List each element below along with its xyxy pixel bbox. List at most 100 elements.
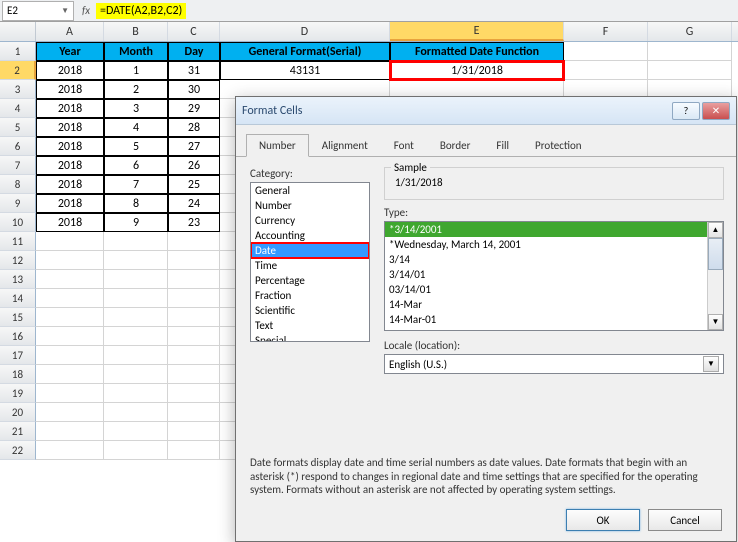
col-header-A[interactable]: A xyxy=(36,22,104,41)
cell[interactable] xyxy=(36,270,104,289)
name-box[interactable]: E2 ▼ xyxy=(2,1,74,21)
cell[interactable] xyxy=(104,403,168,422)
category-item[interactable]: Date xyxy=(251,243,369,258)
category-item[interactable]: Number xyxy=(251,198,369,213)
tab-fill[interactable]: Fill xyxy=(483,134,522,157)
cell[interactable] xyxy=(564,61,648,80)
cell[interactable]: 28 xyxy=(168,118,220,137)
cell[interactable] xyxy=(36,308,104,327)
col-header-E[interactable]: E xyxy=(390,22,564,41)
cell[interactable] xyxy=(168,403,220,422)
cell[interactable]: 2018 xyxy=(36,118,104,137)
cell[interactable] xyxy=(36,346,104,365)
cell[interactable] xyxy=(168,251,220,270)
cell[interactable]: 43131 xyxy=(220,61,390,80)
category-item[interactable]: Text xyxy=(251,318,369,333)
cell[interactable] xyxy=(36,384,104,403)
cell[interactable] xyxy=(36,232,104,251)
cell[interactable] xyxy=(564,42,648,61)
type-item[interactable]: *Wednesday, March 14, 2001 xyxy=(385,237,723,252)
scroll-up-icon[interactable]: ▲ xyxy=(708,222,723,238)
category-item[interactable]: Time xyxy=(251,258,369,273)
cell[interactable]: 23 xyxy=(168,213,220,232)
row-header-15[interactable]: 15 xyxy=(0,308,36,327)
help-button[interactable]: ? xyxy=(672,102,700,120)
cell[interactable] xyxy=(168,346,220,365)
row-header-20[interactable]: 20 xyxy=(0,403,36,422)
row-header-21[interactable]: 21 xyxy=(0,422,36,441)
cell[interactable]: 29 xyxy=(168,99,220,118)
row-header-1[interactable]: 1 xyxy=(0,42,36,61)
col-header-F[interactable]: F xyxy=(564,22,648,41)
row-header-6[interactable]: 6 xyxy=(0,137,36,156)
cell[interactable]: Year xyxy=(36,42,104,61)
row-header-11[interactable]: 11 xyxy=(0,232,36,251)
cell[interactable]: Formatted Date Function xyxy=(390,42,564,61)
category-item[interactable]: Percentage xyxy=(251,273,369,288)
cell[interactable] xyxy=(168,441,220,460)
type-item[interactable]: 14-Mar xyxy=(385,297,723,312)
category-listbox[interactable]: GeneralNumberCurrencyAccountingDateTimeP… xyxy=(250,182,370,342)
type-item[interactable]: *3/14/2001 xyxy=(385,222,723,237)
row-header-8[interactable]: 8 xyxy=(0,175,36,194)
cell[interactable]: 2018 xyxy=(36,175,104,194)
cell[interactable] xyxy=(104,232,168,251)
cell[interactable]: 25 xyxy=(168,175,220,194)
cell[interactable] xyxy=(168,270,220,289)
tab-number[interactable]: Number xyxy=(246,134,309,157)
cell[interactable] xyxy=(36,289,104,308)
row-header-17[interactable]: 17 xyxy=(0,346,36,365)
cell[interactable]: 2018 xyxy=(36,61,104,80)
cell[interactable]: 2018 xyxy=(36,194,104,213)
col-header-C[interactable]: C xyxy=(168,22,220,41)
row-header-5[interactable]: 5 xyxy=(0,118,36,137)
type-item[interactable]: 14-Mar-01 xyxy=(385,312,723,327)
row-header-3[interactable]: 3 xyxy=(0,80,36,99)
category-item[interactable]: Currency xyxy=(251,213,369,228)
col-header-D[interactable]: D xyxy=(220,22,390,41)
cell[interactable] xyxy=(104,346,168,365)
cell[interactable]: 24 xyxy=(168,194,220,213)
category-item[interactable]: Accounting xyxy=(251,228,369,243)
row-header-10[interactable]: 10 xyxy=(0,213,36,232)
row-header-16[interactable]: 16 xyxy=(0,327,36,346)
cell[interactable]: 30 xyxy=(168,80,220,99)
tab-border[interactable]: Border xyxy=(427,134,484,157)
cell[interactable] xyxy=(104,422,168,441)
category-item[interactable]: Fraction xyxy=(251,288,369,303)
cell[interactable] xyxy=(36,327,104,346)
cell[interactable]: 2018 xyxy=(36,213,104,232)
row-header-2[interactable]: 2 xyxy=(0,61,36,80)
cell[interactable]: 4 xyxy=(104,118,168,137)
cell[interactable]: Day xyxy=(168,42,220,61)
cell[interactable] xyxy=(104,308,168,327)
combo-dropdown-icon[interactable]: ▼ xyxy=(703,356,719,372)
type-item[interactable]: 3/14 xyxy=(385,252,723,267)
cell[interactable]: 2 xyxy=(104,80,168,99)
cell[interactable] xyxy=(104,384,168,403)
tab-protection[interactable]: Protection xyxy=(522,134,595,157)
formula-input[interactable]: =DATE(A2,B2,C2) xyxy=(96,3,186,19)
category-item[interactable]: General xyxy=(251,183,369,198)
name-box-dropdown-icon[interactable]: ▼ xyxy=(61,6,69,16)
row-header-18[interactable]: 18 xyxy=(0,365,36,384)
row-header-13[interactable]: 13 xyxy=(0,270,36,289)
cell[interactable] xyxy=(648,42,732,61)
locale-combo[interactable]: English (U.S.) ▼ xyxy=(384,354,724,374)
row-header-7[interactable]: 7 xyxy=(0,156,36,175)
close-button[interactable]: ✕ xyxy=(702,102,730,120)
type-scrollbar[interactable]: ▲ ▼ xyxy=(707,222,723,330)
cancel-button[interactable]: Cancel xyxy=(648,509,722,531)
tab-alignment[interactable]: Alignment xyxy=(309,134,381,157)
cell[interactable]: 1 xyxy=(104,61,168,80)
cell[interactable]: 9 xyxy=(104,213,168,232)
row-header-9[interactable]: 9 xyxy=(0,194,36,213)
cell[interactable] xyxy=(168,289,220,308)
row-header-14[interactable]: 14 xyxy=(0,289,36,308)
row-header-12[interactable]: 12 xyxy=(0,251,36,270)
cell[interactable] xyxy=(168,308,220,327)
cell[interactable] xyxy=(104,270,168,289)
cell[interactable]: 26 xyxy=(168,156,220,175)
cell[interactable]: 2018 xyxy=(36,137,104,156)
cell[interactable] xyxy=(104,289,168,308)
